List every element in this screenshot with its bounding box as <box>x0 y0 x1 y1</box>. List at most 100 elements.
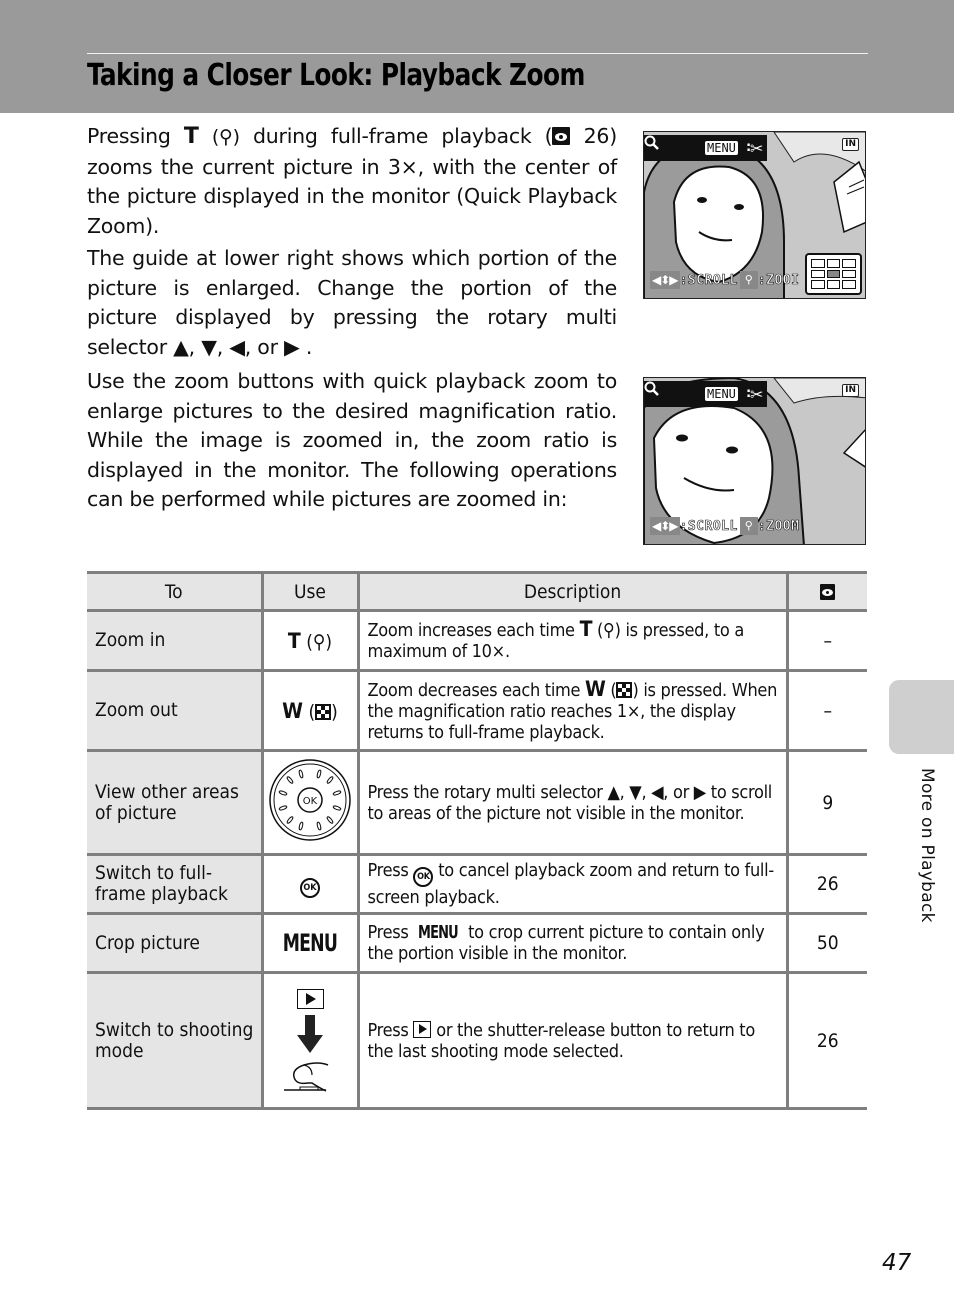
menu-label: MENU <box>705 141 738 155</box>
header-band <box>0 0 954 113</box>
row-page: – <box>785 609 867 672</box>
row-page: 9 <box>785 749 867 856</box>
magnifier-icon <box>644 135 659 150</box>
table-row: View other areas of picture OK Press the… <box>87 749 867 856</box>
ok-button-icon: OK <box>413 867 434 887</box>
guide-cell <box>811 280 825 289</box>
row-action: Crop picture <box>87 912 264 974</box>
tele-key: T <box>579 617 593 641</box>
header-page <box>785 571 867 612</box>
guide-cell <box>842 259 856 268</box>
text: Zoom increases each time <box>367 620 580 641</box>
guide-cell <box>826 259 841 268</box>
reference-page-number: 26 <box>583 124 610 148</box>
monitor-bottom-guide: ◀⬍▶ :SCROLL ⚲ :ZOOM <box>650 516 799 536</box>
monitor-bottom-guide: ◀⬍▶ :SCROLL ⚲ :ZOOI <box>650 270 799 290</box>
row-control: MENU <box>260 912 360 974</box>
scissors-icon: ✂ <box>750 385 764 404</box>
zoom-label: :ZOOM <box>757 518 800 534</box>
zoom-glyph: (⚲) <box>211 126 240 148</box>
text: Press <box>367 922 414 943</box>
row-control: W () <box>260 669 360 752</box>
magnifier-icon: ⚲ <box>739 517 758 535</box>
section-tab <box>889 680 954 754</box>
tele-key: T <box>183 124 199 149</box>
internal-memory-icon: IN <box>842 384 859 397</box>
row-control: OK <box>260 749 360 856</box>
text: The guide at lower right shows which por… <box>87 246 617 359</box>
intro-paragraph-1: Pressing T (⚲) during full-frame playbac… <box>87 122 617 241</box>
menu-button-label: MENU <box>418 922 459 943</box>
control-stack <box>264 988 357 1093</box>
menu-label: MENU <box>705 387 738 401</box>
guide-cell <box>811 259 825 268</box>
reference-page-icon <box>820 583 836 600</box>
text: Zoom decreases each time <box>367 679 586 701</box>
zoom-operations-table: To Use Description Zoom in T (⚲) Zoom in… <box>87 571 867 1110</box>
guide-cell <box>842 269 856 279</box>
down-arrow-icon <box>297 1014 323 1053</box>
page-number: 47 <box>882 1250 912 1276</box>
internal-memory-icon: IN <box>842 138 859 151</box>
intro-paragraph-2: The guide at lower right shows which por… <box>87 244 617 362</box>
monitor-screen-quick-zoom: MENU : ✂ IN ◀⬍▶ :SCROLL ⚲ :ZOOI <box>643 131 866 299</box>
header-description: Description <box>356 571 789 612</box>
zoom-position-guide <box>805 253 862 295</box>
zoom-glyph: (⚲) <box>306 630 333 653</box>
guide-cell <box>842 280 856 289</box>
row-control <box>260 971 360 1110</box>
menu-button-label: MENU <box>282 929 338 957</box>
zoom-glyph: (⚲) <box>597 620 621 641</box>
guide-cell <box>811 269 825 279</box>
row-page: 50 <box>785 912 867 974</box>
row-description: Press OK to cancel playback zoom and ret… <box>356 853 789 915</box>
monitor-top-bar: MENU : ✂ <box>644 135 767 161</box>
table-row: Switch to shooting mode Press or the shu… <box>87 971 867 1110</box>
row-page: 26 <box>785 971 867 1110</box>
intro-paragraph-3: Use the zoom buttons with quick playback… <box>87 369 617 511</box>
row-description: Press MENU to crop current picture to co… <box>356 912 789 974</box>
rotary-multi-selector-icon: OK <box>269 759 351 841</box>
playback-button-icon <box>296 988 324 1009</box>
row-control: OK <box>260 853 360 915</box>
guide-cell-active <box>826 269 841 279</box>
reference-page-icon <box>552 127 571 145</box>
multi-selector-arrows: ▲, ▼, ◀, or ▶ . <box>173 334 313 359</box>
section-label: More on Playback <box>917 768 937 923</box>
row-description: Press the rotary multi selector ▲, ▼, ◀,… <box>356 749 789 856</box>
table-header-row: To Use Description <box>87 571 867 612</box>
thumbnail-icon <box>315 703 332 720</box>
table-row: Crop picture MENU Press MENU to crop cur… <box>87 912 867 974</box>
tele-key: T <box>287 628 301 653</box>
text: Press <box>367 1019 414 1041</box>
text: during full-frame playback ( <box>239 124 553 148</box>
guide-cell <box>826 280 841 289</box>
scissors-icon: ✂ <box>750 139 764 158</box>
page-title: Taking a Closer Look: Playback Zoom <box>87 58 585 93</box>
scroll-label: :SCROLL <box>679 272 738 288</box>
ok-label: OK <box>303 796 318 807</box>
header-rule <box>87 53 868 54</box>
row-action: Switch to full-frame playback <box>87 853 264 915</box>
thumbnail-icon <box>616 681 633 698</box>
scroll-label: :SCROLL <box>679 518 738 534</box>
magnifier-icon: ⚲ <box>739 271 758 289</box>
table-row: Switch to full-frame playback OK Press O… <box>87 853 867 915</box>
magnifier-icon <box>644 381 659 396</box>
scroll-arrows-icon: ◀⬍▶ <box>650 517 680 535</box>
header-use: Use <box>260 571 360 612</box>
text: Pressing <box>87 124 184 148</box>
row-action: Switch to shooting mode <box>87 971 264 1110</box>
row-action: View other areas of picture <box>87 749 264 856</box>
row-page: – <box>785 669 867 752</box>
scroll-arrows-icon: ◀⬍▶ <box>650 271 680 289</box>
row-action: Zoom out <box>87 669 264 752</box>
row-description: Zoom increases each time T (⚲) is presse… <box>356 609 789 672</box>
table-row: Zoom out W () Zoom decreases each time W… <box>87 669 867 752</box>
ok-button-icon: OK <box>300 878 320 898</box>
row-page: 26 <box>785 853 867 915</box>
monitor-top-bar: MENU : ✂ <box>644 381 767 407</box>
wide-key: W <box>585 676 606 701</box>
zoom-label: :ZOOI <box>757 272 800 288</box>
header-to: To <box>87 571 264 612</box>
